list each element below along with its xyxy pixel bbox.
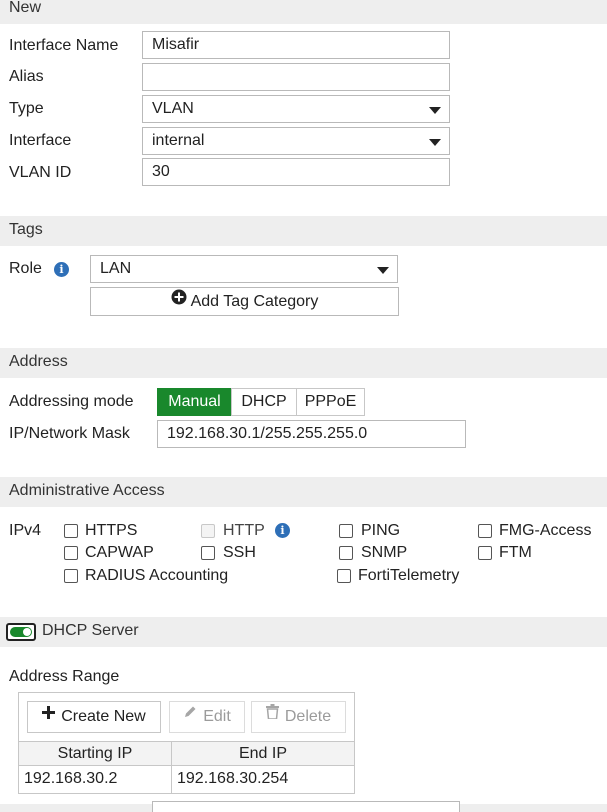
ftm-checkbox[interactable] (478, 546, 492, 560)
section-header-dhcp-server: DHCP Server (0, 617, 607, 647)
interface-label: Interface (9, 132, 72, 149)
radius-accounting-label: RADIUS Accounting (85, 567, 229, 584)
snmp-label: SNMP (361, 544, 408, 561)
dhcp-server-label: DHCP Server (42, 622, 139, 639)
partial-field[interactable] (152, 801, 460, 812)
http-label: HTTP (223, 522, 265, 539)
vlan-id-label: VLAN ID (9, 164, 72, 181)
role-select-value: LAN (100, 260, 132, 277)
ssh-checkbox[interactable] (201, 546, 215, 560)
type-select[interactable]: VLAN (142, 95, 450, 123)
chevron-down-icon (377, 267, 389, 274)
chevron-down-icon (429, 107, 441, 114)
addressing-mode-label: Addressing mode (9, 393, 134, 410)
dhcp-server-toggle[interactable] (6, 623, 36, 641)
interface-select[interactable]: internal (142, 127, 450, 155)
addressing-mode-dhcp[interactable]: DHCP (231, 388, 297, 416)
ip-mask-input[interactable] (157, 420, 466, 448)
address-range-table: Create New Edit Delete Starting IP End I… (18, 692, 355, 794)
add-tag-category-button[interactable]: Add Tag Category (90, 287, 399, 316)
capwap-label: CAPWAP (85, 544, 154, 561)
delete-label: Delete (284, 708, 332, 725)
role-select[interactable]: LAN (90, 255, 398, 283)
type-select-value: VLAN (152, 100, 194, 117)
fmg-access-checkbox[interactable] (478, 524, 492, 538)
chevron-down-icon (429, 139, 441, 146)
section-header-address: Address (0, 348, 607, 378)
info-icon[interactable]: i (54, 262, 69, 277)
interface-name-input[interactable] (142, 31, 450, 59)
interface-name-label: Interface Name (9, 37, 119, 54)
fortitelemetry-checkbox[interactable] (337, 569, 351, 583)
role-label: Role (9, 260, 42, 277)
delete-button[interactable]: Delete (251, 701, 346, 733)
http-checkbox (201, 524, 215, 538)
create-new-button[interactable]: Create New (27, 701, 161, 733)
snmp-checkbox[interactable] (339, 546, 353, 560)
create-new-label: Create New (61, 708, 146, 725)
section-header-tags: Tags (0, 216, 607, 246)
column-header-starting-ip[interactable]: Starting IP (19, 741, 171, 766)
info-icon[interactable]: i (275, 523, 290, 538)
https-checkbox[interactable] (64, 524, 78, 538)
radius-accounting-checkbox[interactable] (64, 569, 78, 583)
column-header-end-ip[interactable]: End IP (172, 741, 354, 766)
toggle-track (10, 627, 32, 637)
section-header-new: New (0, 0, 607, 24)
edit-label: Edit (203, 708, 231, 725)
table-cell-starting-ip[interactable]: 192.168.30.2 (24, 766, 169, 792)
addressing-mode-pppoe[interactable]: PPPoE (296, 388, 365, 416)
pencil-icon (183, 700, 197, 730)
capwap-checkbox[interactable] (64, 546, 78, 560)
fortitelemetry-label: FortiTelemetry (358, 567, 460, 584)
fmg-access-label: FMG-Access (499, 522, 592, 539)
ssh-label: SSH (223, 544, 256, 561)
plus-circle-icon (171, 287, 187, 314)
interface-select-value: internal (152, 132, 205, 149)
trash-icon (265, 700, 279, 730)
ping-checkbox[interactable] (339, 524, 353, 538)
address-range-label: Address Range (9, 668, 120, 685)
vlan-id-input[interactable] (142, 158, 450, 186)
section-header-admin-access: Administrative Access (0, 477, 607, 507)
column-divider (171, 741, 172, 793)
addressing-mode-manual[interactable]: Manual (157, 388, 232, 416)
alias-input[interactable] (142, 63, 450, 91)
add-tag-category-label: Add Tag Category (190, 293, 319, 310)
edit-button[interactable]: Edit (169, 701, 245, 733)
toggle-knob (23, 628, 31, 636)
ping-label: PING (361, 522, 401, 539)
https-label: HTTPS (85, 522, 138, 539)
ipv4-label: IPv4 (9, 522, 42, 539)
type-label: Type (9, 100, 44, 117)
ftm-label: FTM (499, 544, 532, 561)
ip-mask-label: IP/Network Mask (9, 425, 130, 442)
plus-icon (42, 700, 56, 730)
alias-label: Alias (9, 68, 44, 85)
table-cell-end-ip[interactable]: 192.168.30.254 (177, 766, 347, 792)
